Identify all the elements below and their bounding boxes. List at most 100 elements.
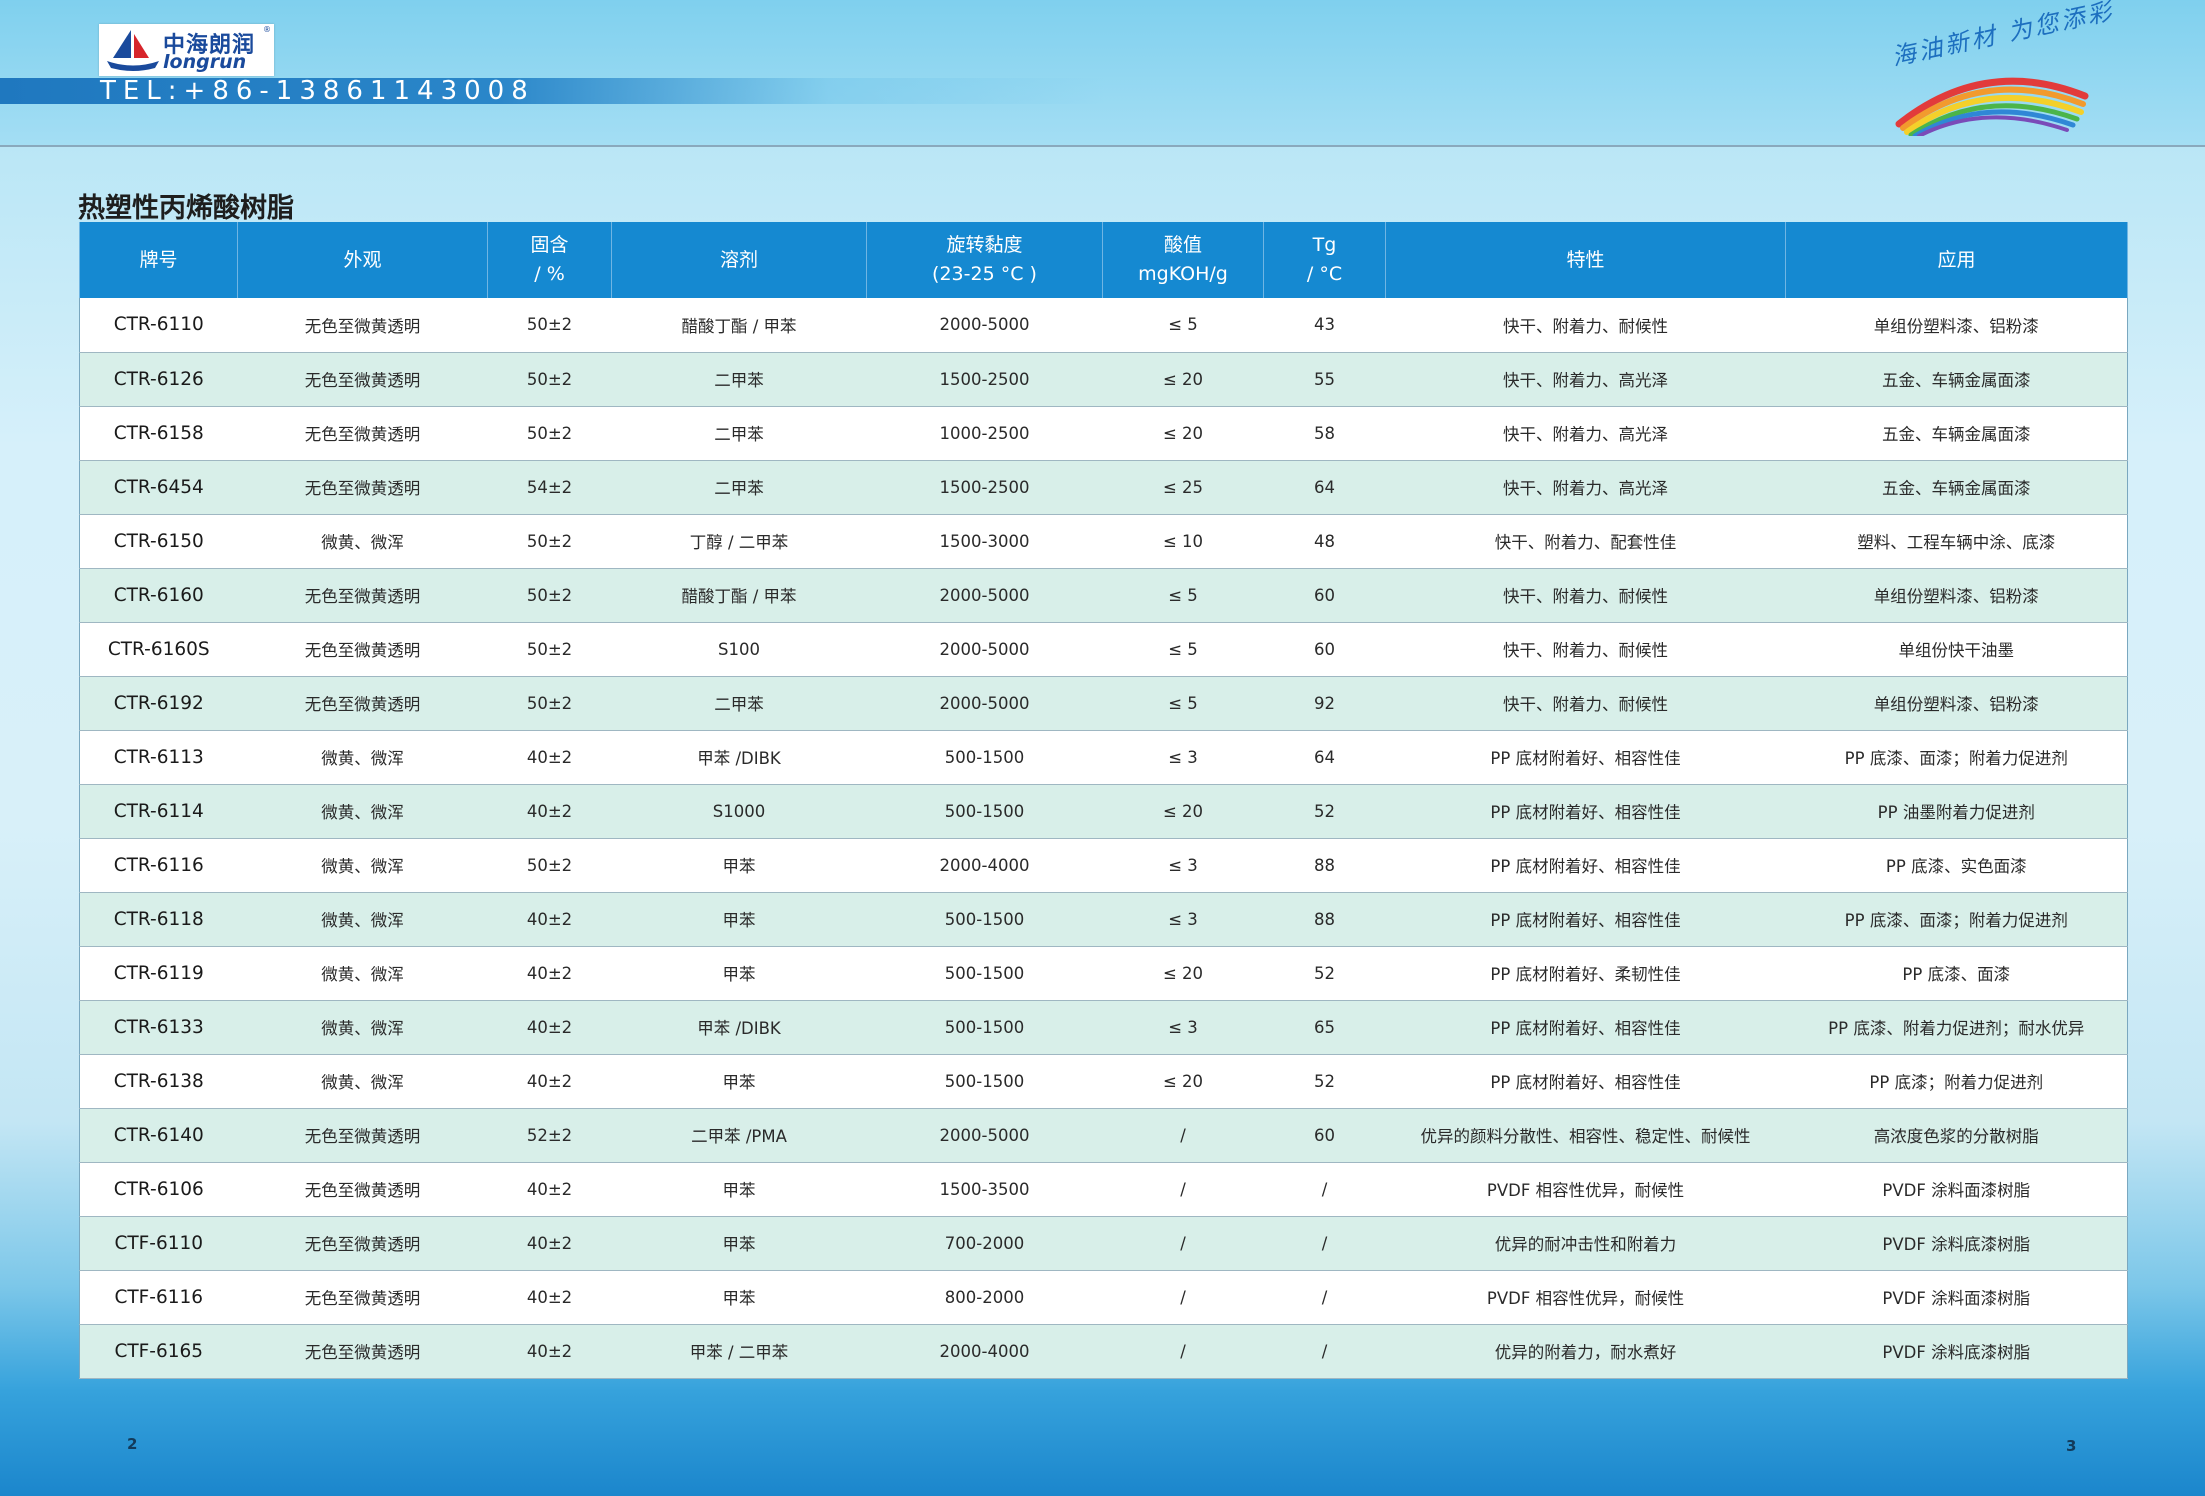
table-row: CTR-6140 无色至微黄透明 52±2 二甲苯 /PMA 2000-5000/60 优… bbox=[79, 1108, 2128, 1163]
table-cell: 快干、附着力、配套性佳 bbox=[1385, 514, 1786, 569]
table-cell: 无色至微黄透明 bbox=[237, 460, 488, 515]
table-cell: 88 bbox=[1263, 892, 1386, 947]
table-cell: / bbox=[1102, 1324, 1264, 1379]
table-row: CTR-6119 微黄、微浑 40±2 甲苯 500-1500 ≤ 20 52 PP 底材附着… bbox=[79, 946, 2128, 1001]
table-cell: 无色至微黄透明 bbox=[237, 1162, 488, 1217]
table-cell: 塑料、工程车辆中涂、底漆 bbox=[1785, 514, 2128, 569]
table-cell: 丁醇 / 二甲苯 bbox=[611, 514, 867, 569]
table-cell: 二甲苯 bbox=[611, 352, 867, 407]
table-cell: CTF-6116 bbox=[79, 1270, 238, 1325]
table-cell: CTR-6106 bbox=[79, 1162, 238, 1217]
table-cell: 50±2 bbox=[487, 298, 612, 353]
table-cell: 快干、附着力、耐候性 bbox=[1385, 622, 1786, 677]
table-cell: 1500-2500 bbox=[866, 352, 1103, 407]
table-cell: CTR-6158 bbox=[79, 406, 238, 461]
table-cell: / bbox=[1102, 1108, 1264, 1163]
table-cell: / bbox=[1102, 1162, 1264, 1217]
table-cell: 48 bbox=[1263, 514, 1386, 569]
table-cell: 2000-5000 bbox=[866, 1108, 1103, 1163]
table-cell: 2000-5000 bbox=[866, 298, 1103, 353]
table-row: CTR-6160S 无色至微黄透明 50±2 S100 2000-5000 ≤ 5 60 快干… bbox=[79, 622, 2128, 677]
table-cell: 单组份塑料漆、铝粉漆 bbox=[1785, 298, 2128, 353]
table-cell: 92 bbox=[1263, 676, 1386, 731]
table-row: CTR-6192 无色至微黄透明 50±2 二甲苯 2000-5000 ≤ 5 92 快干、附… bbox=[79, 676, 2128, 731]
table-cell: 50±2 bbox=[487, 406, 612, 461]
table-cell: PP 底材附着好、柔韧性佳 bbox=[1385, 946, 1786, 1001]
table-cell: 无色至微黄透明 bbox=[237, 1270, 488, 1325]
table-cell: S100 bbox=[611, 622, 867, 677]
table-cell: 40±2 bbox=[487, 1000, 612, 1055]
table-row: CTR-6126 无色至微黄透明 50±2 二甲苯 1500-2500 ≤ 20 55 快干、… bbox=[79, 352, 2128, 407]
table-cell: 二甲苯 /PMA bbox=[611, 1108, 867, 1163]
column-header: 牌号 bbox=[79, 222, 238, 298]
table-cell: 60 bbox=[1263, 1108, 1386, 1163]
page-number-right: 3 bbox=[2066, 1437, 2077, 1455]
table-cell: PP 底漆、面漆；附着力促进剂 bbox=[1785, 892, 2128, 947]
table-cell: 40±2 bbox=[487, 1270, 612, 1325]
table-cell: ≤ 20 bbox=[1102, 946, 1264, 1001]
table-cell: / bbox=[1263, 1270, 1386, 1325]
table-cell: CTF-6110 bbox=[79, 1216, 238, 1271]
table-row: CTR-6138 微黄、微浑 40±2 甲苯 500-1500 ≤ 20 52 PP 底材附着… bbox=[79, 1054, 2128, 1109]
table-cell: 52±2 bbox=[487, 1108, 612, 1163]
table-cell: 40±2 bbox=[487, 1324, 612, 1379]
table-cell: 65 bbox=[1263, 1000, 1386, 1055]
table-cell: PVDF 相容性优异，耐候性 bbox=[1385, 1162, 1786, 1217]
table-cell: PP 底漆、面漆；附着力促进剂 bbox=[1785, 730, 2128, 785]
table-cell: ≤ 20 bbox=[1102, 406, 1264, 461]
table-cell: PVDF 涂料底漆树脂 bbox=[1785, 1324, 2128, 1379]
table-cell: 快干、附着力、高光泽 bbox=[1385, 352, 1786, 407]
table-cell: PP 底材附着好、相容性佳 bbox=[1385, 784, 1786, 839]
table-cell: PP 底材附着好、相容性佳 bbox=[1385, 838, 1786, 893]
table-cell: PP 底漆、附着力促进剂；耐水优异 bbox=[1785, 1000, 2128, 1055]
table-row: CTR-6160 无色至微黄透明 50±2 醋酸丁酯 / 甲苯 2000-5000 ≤ 5… bbox=[79, 568, 2128, 623]
column-header: 溶剂 bbox=[611, 222, 867, 298]
table-cell: PVDF 相容性优异，耐候性 bbox=[1385, 1270, 1786, 1325]
table-cell: 甲苯 bbox=[611, 1216, 867, 1271]
table-cell: PP 底漆、面漆 bbox=[1785, 946, 2128, 1001]
table-cell: 500-1500 bbox=[866, 892, 1103, 947]
table-cell: 40±2 bbox=[487, 946, 612, 1001]
table-cell: 64 bbox=[1263, 730, 1386, 785]
table-cell: ≤ 5 bbox=[1102, 568, 1264, 623]
table-cell: 甲苯 / 二甲苯 bbox=[611, 1324, 867, 1379]
table-cell: / bbox=[1263, 1162, 1386, 1217]
column-header: 特性 bbox=[1385, 222, 1786, 298]
table-cell: 无色至微黄透明 bbox=[237, 622, 488, 677]
table-cell: 微黄、微浑 bbox=[237, 514, 488, 569]
sailboat-icon bbox=[107, 30, 159, 71]
table-cell: 无色至微黄透明 bbox=[237, 406, 488, 461]
table-cell: 50±2 bbox=[487, 676, 612, 731]
table-cell: 单组份快干油墨 bbox=[1785, 622, 2128, 677]
column-header: 旋转黏度 (23-25 °C ) bbox=[866, 222, 1103, 298]
table-cell: 500-1500 bbox=[866, 1054, 1103, 1109]
table-row: CTR-6118 微黄、微浑 40±2 甲苯 500-1500 ≤ 3 88 PP 底材附着好… bbox=[79, 892, 2128, 947]
table-cell: 优异的颜料分散性、相容性、稳定性、耐候性 bbox=[1385, 1108, 1786, 1163]
column-header: 酸值 mgKOH/g bbox=[1102, 222, 1264, 298]
table-cell: 快干、附着力、高光泽 bbox=[1385, 406, 1786, 461]
table-cell: 50±2 bbox=[487, 622, 612, 677]
table-row: CTR-6150 微黄、微浑 50±2 丁醇 / 二甲苯 1500-3000 ≤ 10 48… bbox=[79, 514, 2128, 569]
column-header: 应用 bbox=[1785, 222, 2128, 298]
section-title: 热塑性丙烯酸树脂 bbox=[78, 193, 294, 224]
table-row: CTR-6133 微黄、微浑 40±2 甲苯 /DIBK 500-1500 ≤ 3 65 PP… bbox=[79, 1000, 2128, 1055]
table-cell: PP 底材附着好、相容性佳 bbox=[1385, 1000, 1786, 1055]
table-cell: CTR-6110 bbox=[79, 298, 238, 353]
table-cell: CTF-6165 bbox=[79, 1324, 238, 1379]
table-cell: CTR-6114 bbox=[79, 784, 238, 839]
page-number-left: 2 bbox=[127, 1435, 138, 1453]
table-cell: 1500-3000 bbox=[866, 514, 1103, 569]
table-cell: 50±2 bbox=[487, 352, 612, 407]
table-cell: 1500-2500 bbox=[866, 460, 1103, 515]
table-cell: 无色至微黄透明 bbox=[237, 1108, 488, 1163]
column-header: 外观 bbox=[237, 222, 488, 298]
table-cell: 高浓度色浆的分散树脂 bbox=[1785, 1108, 2128, 1163]
table-cell: 快干、附着力、耐候性 bbox=[1385, 298, 1786, 353]
logo-english-name: longrun bbox=[163, 51, 247, 73]
table-cell: CTR-6118 bbox=[79, 892, 238, 947]
table-cell: 无色至微黄透明 bbox=[237, 1216, 488, 1271]
table-cell: CTR-6454 bbox=[79, 460, 238, 515]
table-cell: 60 bbox=[1263, 622, 1386, 677]
table-cell: 40±2 bbox=[487, 892, 612, 947]
table-cell: CTR-6133 bbox=[79, 1000, 238, 1055]
